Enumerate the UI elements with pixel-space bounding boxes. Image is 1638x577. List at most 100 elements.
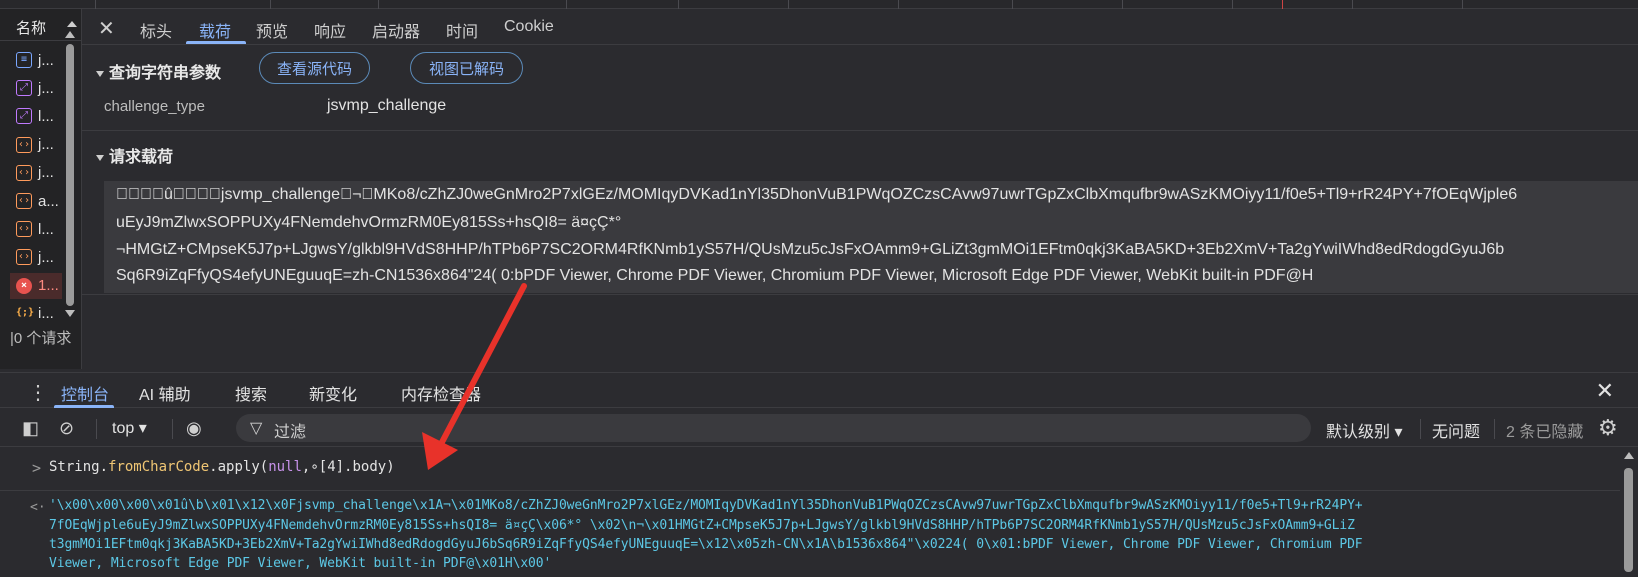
image-icon: ⤢: [16, 108, 32, 124]
toolbar-separator: [96, 419, 97, 439]
request-row[interactable]: ⤢ j...: [10, 75, 62, 101]
payload-section-toggle[interactable]: 请求载荷: [96, 143, 173, 167]
tab-memory-inspector[interactable]: 内存检查器: [401, 381, 481, 405]
view-source-button[interactable]: 查看源代码: [259, 52, 370, 84]
payload-line:    ûjsvmp_challenge¬MKo8/cZhZJ0we…: [116, 186, 1517, 204]
console-output: > String.fromCharCode.apply(null,∘[4].bo…: [0, 448, 1638, 577]
tab-whats-new[interactable]: 新变化: [309, 381, 357, 405]
filter-icon: ▽: [250, 418, 262, 438]
script-icon: ‹›: [16, 249, 32, 265]
collapse-caret-icon[interactable]: [96, 71, 104, 77]
collapse-caret-icon[interactable]: [96, 155, 104, 161]
output-prompt-icon: <·: [30, 500, 46, 515]
request-details-panel: ✕ 标头 载荷 预览 响应 启动器 时间 Cookie 查询字符串参数 查看源代…: [82, 9, 1638, 354]
request-row[interactable]: ‹› j...: [10, 132, 62, 158]
tab-search[interactable]: 搜索: [235, 381, 267, 405]
scroll-up-icon[interactable]: [65, 31, 75, 38]
request-row[interactable]: ‹› a...: [10, 188, 62, 214]
sort-up-icon[interactable]: [67, 21, 77, 27]
section-divider: [82, 130, 1638, 131]
hidden-messages-count: 2 条已隐藏: [1506, 418, 1583, 442]
payload-line: uEyJ9mZlwxSOPPUXy4FNemdehvOrmzRM0Ey815Ss…: [116, 213, 621, 232]
name-column-header[interactable]: 名称: [16, 17, 46, 38]
log-level-select[interactable]: 默认级别 ▾: [1326, 418, 1402, 442]
tab-cookie[interactable]: Cookie: [504, 18, 554, 36]
tab-payload[interactable]: 载荷: [199, 18, 231, 42]
eye-icon[interactable]: ◉: [186, 418, 202, 439]
console-command[interactable]: String.fromCharCode.apply(null,∘[4].body…: [49, 459, 395, 475]
scroll-down-icon[interactable]: [65, 310, 75, 317]
request-name: j...: [38, 52, 54, 69]
request-row[interactable]: × 1...: [10, 273, 62, 299]
request-row[interactable]: ‹› l...: [10, 216, 62, 242]
request-count-status: |0 个请求: [10, 327, 71, 348]
section-divider: [82, 294, 1638, 295]
request-list-panel: 名称 ≡ j... ⤢ j... ⤢ l... ‹› j... ‹› j... ‹› a... ‹› l.…: [0, 9, 82, 369]
more-options-icon[interactable]: ⋮: [28, 380, 48, 405]
active-tab-indicator: [54, 405, 114, 408]
toolbar-separator: [172, 419, 173, 439]
request-row[interactable]: {;} i...: [10, 301, 62, 327]
request-row[interactable]: ≡ j...: [10, 47, 62, 73]
sidebar-toggle-icon[interactable]: ◧: [22, 418, 39, 439]
tab-response[interactable]: 响应: [314, 18, 346, 42]
json-icon: {;}: [16, 306, 32, 322]
console-result-line: t3gmMOi1EFtm0qkj3KaBA5KD+3Eb2XmV+Ta2gYwi…: [49, 537, 1363, 552]
console-result-line: Viewer, Microsoft Edge PDF Viewer, WebKi…: [49, 556, 551, 571]
request-list-scrollbar[interactable]: [64, 31, 76, 317]
tab-console[interactable]: 控制台: [61, 381, 109, 405]
request-name: j...: [38, 249, 54, 266]
view-decoded-button[interactable]: 视图已解码: [410, 52, 523, 84]
console-divider: [0, 490, 1620, 491]
query-params-section-toggle[interactable]: 查询字符串参数: [96, 59, 221, 83]
toolbar-separator: [1494, 419, 1495, 439]
tab-preview[interactable]: 预览: [256, 18, 288, 42]
script-icon: ‹›: [16, 165, 32, 181]
console-scrollbar[interactable]: [1620, 448, 1638, 577]
error-icon: ×: [16, 278, 32, 294]
script-icon: ‹›: [16, 137, 32, 153]
scroll-thumb[interactable]: [66, 44, 74, 306]
request-name: l...: [38, 108, 54, 125]
script-icon: ‹›: [16, 221, 32, 237]
document-icon: ≡: [16, 52, 32, 68]
param-value: jsvmp_challenge: [327, 97, 446, 115]
request-name: j...: [38, 164, 54, 181]
request-row[interactable]: ⤢ l...: [10, 103, 62, 129]
clear-console-icon[interactable]: ⊘: [59, 418, 74, 439]
request-name: j...: [38, 136, 54, 153]
scroll-thumb[interactable]: [1624, 468, 1633, 572]
tab-ai-assistance[interactable]: AI 辅助: [139, 381, 191, 405]
request-name: i...: [38, 305, 54, 322]
payload-title: 请求载荷: [109, 149, 173, 166]
console-result-line: '\x00\x00\x00\x01û\b\x01\x12\x0Fjsvmp_ch…: [49, 498, 1363, 513]
image-icon: ⤢: [16, 80, 32, 96]
close-drawer-icon[interactable]: ✕: [1596, 378, 1614, 404]
tab-initiator[interactable]: 启动器: [372, 18, 420, 42]
close-details-icon[interactable]: ✕: [98, 16, 115, 41]
request-row[interactable]: ‹› j...: [10, 160, 62, 186]
network-timeline: [0, 0, 1638, 9]
param-key: challenge_type: [104, 98, 205, 115]
request-name: a...: [38, 193, 59, 210]
context-select[interactable]: top ▾: [112, 418, 147, 438]
query-params-title: 查询字符串参数: [109, 65, 221, 82]
drawer-tabbar: ⋮ 控制台 AI 辅助 搜索 新变化 内存检查器 ✕: [0, 372, 1638, 408]
payload-line: ¬HMGtZ+CMpseK5J7p+LJgwsY/glkbl9HVdS8HHP…: [116, 240, 1504, 259]
active-tab-indicator: [186, 41, 246, 44]
gear-icon[interactable]: ⚙: [1598, 415, 1618, 441]
request-name: 1...: [38, 277, 59, 294]
tab-headers[interactable]: 标头: [140, 18, 172, 42]
script-icon: ‹›: [16, 193, 32, 209]
input-prompt-icon: >: [32, 459, 41, 477]
scroll-up-icon[interactable]: [1624, 452, 1634, 459]
issues-button[interactable]: 无问题: [1432, 418, 1480, 442]
tab-timing[interactable]: 时间: [446, 18, 478, 42]
toolbar-separator: [1420, 419, 1421, 439]
details-tabbar: ✕ 标头 载荷 预览 响应 启动器 时间 Cookie: [82, 9, 1638, 45]
payload-line: Sq6R9iZqFfyQS4efyUNEguuqE=zh-CN1536x…: [116, 266, 1313, 285]
console-toolbar: ◧ ⊘ top ▾ ◉ ▽ 过滤 默认级别 ▾ 无问题 2 条已隐藏 ⚙: [0, 409, 1638, 447]
filter-input[interactable]: ▽ 过滤: [236, 414, 1311, 442]
request-row[interactable]: ‹› j...: [10, 244, 62, 270]
console-result-line: 7fOEqWjple6uEyJ9mZlwxSOPPUXy4FNemdehvOrm…: [49, 518, 1355, 533]
